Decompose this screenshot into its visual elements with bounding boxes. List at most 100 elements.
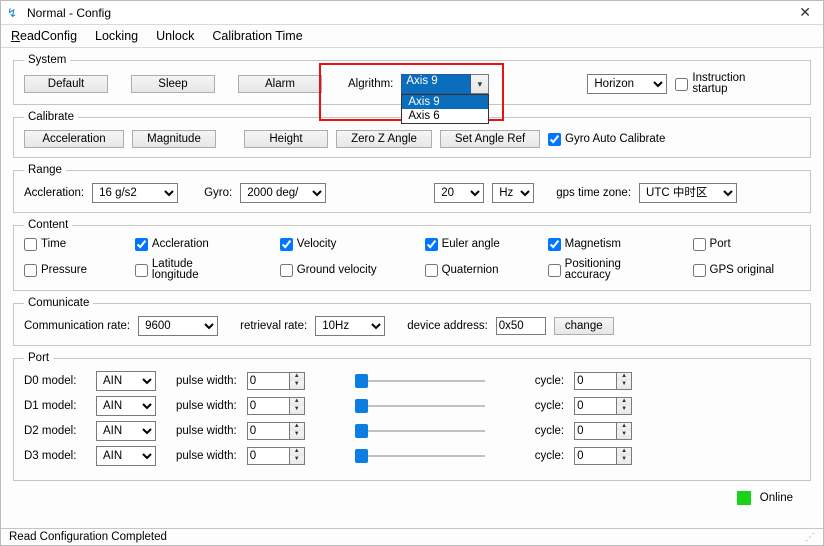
- spinner-up-icon[interactable]: ▲: [617, 398, 631, 406]
- port-fieldset: Port D0 model:AINpulse width:▲▼cycle:▲▼D…: [13, 352, 811, 481]
- d2-model-select[interactable]: AIN: [96, 421, 156, 441]
- titlebar: ↯ Normal - Config ✕: [1, 1, 823, 25]
- spinner-up-icon[interactable]: ▲: [290, 423, 304, 431]
- cycle-label: cycle:: [535, 450, 564, 462]
- gps-tz-select[interactable]: UTC 中时区: [639, 183, 737, 203]
- retrieval-rate-label: retrieval rate:: [240, 320, 307, 332]
- acceleration-button[interactable]: Acceleration: [24, 130, 124, 148]
- pulse-width-label: pulse width:: [176, 450, 237, 462]
- default-button[interactable]: Default: [24, 75, 108, 93]
- port-legend: Port: [24, 352, 53, 364]
- close-icon[interactable]: ✕: [793, 4, 817, 21]
- spinner-down-icon[interactable]: ▼: [290, 406, 304, 414]
- content-checkbox-ground-velocity[interactable]: Ground velocity: [280, 264, 403, 277]
- d2-pulse-width-spinner[interactable]: ▲▼: [247, 422, 305, 440]
- spinner-down-icon[interactable]: ▼: [290, 431, 304, 439]
- spinner-down-icon[interactable]: ▼: [617, 431, 631, 439]
- spinner-down-icon[interactable]: ▼: [617, 456, 631, 464]
- spinner-down-icon[interactable]: ▼: [290, 381, 304, 389]
- pulse-slider[interactable]: [355, 398, 485, 414]
- change-button[interactable]: change: [554, 317, 614, 335]
- menu-unlock[interactable]: Unlock: [156, 29, 194, 43]
- content-checkbox-euler-angle[interactable]: Euler angle: [425, 238, 526, 251]
- menu-readconfig[interactable]: ReadConfig: [11, 29, 77, 43]
- pulse-width-label: pulse width:: [176, 400, 237, 412]
- content-legend: Content: [24, 219, 72, 231]
- spinner-up-icon[interactable]: ▲: [617, 448, 631, 456]
- cycle-label: cycle:: [535, 375, 564, 387]
- content-checkbox-positioning-accuracy[interactable]: Positioning accuracy: [548, 259, 671, 281]
- height-button[interactable]: Height: [244, 130, 328, 148]
- d1-cycle-spinner[interactable]: ▲▼: [574, 397, 632, 415]
- accleration-label: Accleration:: [24, 187, 84, 199]
- spinner-up-icon[interactable]: ▲: [617, 423, 631, 431]
- range-legend: Range: [24, 164, 66, 176]
- gyro-select[interactable]: 2000 deg/: [240, 183, 326, 203]
- device-address-input[interactable]: [496, 317, 546, 335]
- algrithm-option-axis9[interactable]: Axis 9: [402, 95, 488, 109]
- d0-model-select[interactable]: AIN: [96, 371, 156, 391]
- accleration-select[interactable]: 16 g/s2: [92, 183, 178, 203]
- d3-pulse-width-spinner[interactable]: ▲▼: [247, 447, 305, 465]
- algrithm-popup: Axis 9 Axis 6: [401, 94, 489, 124]
- algrithm-label: Algrithm:: [348, 78, 393, 90]
- rate-value-select[interactable]: 20: [434, 183, 484, 203]
- zero-z-angle-button[interactable]: Zero Z Angle: [336, 130, 432, 148]
- pulse-slider[interactable]: [355, 448, 485, 464]
- d1-pulse-width-spinner[interactable]: ▲▼: [247, 397, 305, 415]
- window-title: Normal - Config: [27, 6, 793, 20]
- content-checkbox-accleration[interactable]: Accleration: [135, 238, 258, 251]
- set-angle-ref-button[interactable]: Set Angle Ref: [440, 130, 540, 148]
- port-row-d3: D3 model:AINpulse width:▲▼cycle:▲▼: [24, 446, 800, 466]
- algrithm-option-axis6[interactable]: Axis 6: [402, 109, 488, 123]
- content-checkbox-latitude-longitude[interactable]: Latitude longitude: [135, 259, 258, 281]
- sleep-button[interactable]: Sleep: [131, 75, 215, 93]
- cycle-label: cycle:: [535, 400, 564, 412]
- content-checkbox-time[interactable]: Time: [24, 238, 113, 251]
- d3-cycle-spinner[interactable]: ▲▼: [574, 447, 632, 465]
- comunicate-fieldset: Comunicate Communication rate: 9600 retr…: [13, 297, 811, 346]
- pulse-slider[interactable]: [355, 373, 485, 389]
- retrieval-rate-select[interactable]: 10Hz: [315, 316, 385, 336]
- d1-model-select[interactable]: AIN: [96, 396, 156, 416]
- content-fieldset: Content Time Accleration Velocity Euler ang…: [13, 219, 811, 291]
- content-checkbox-velocity[interactable]: Velocity: [280, 238, 403, 251]
- d0-pulse-width-spinner[interactable]: ▲▼: [247, 372, 305, 390]
- spinner-up-icon[interactable]: ▲: [290, 448, 304, 456]
- menu-locking[interactable]: Locking: [95, 29, 138, 43]
- d3-model-select[interactable]: AIN: [96, 446, 156, 466]
- d0-cycle-spinner[interactable]: ▲▼: [574, 372, 632, 390]
- system-legend: System: [24, 54, 70, 66]
- rate-unit-select[interactable]: Hz: [492, 183, 534, 203]
- online-status-row: Online: [13, 487, 811, 509]
- communication-rate-label: Communication rate:: [24, 320, 130, 332]
- spinner-down-icon[interactable]: ▼: [617, 381, 631, 389]
- content-checkbox-port[interactable]: Port: [693, 238, 800, 251]
- algrithm-select-group: Axis 9 ▾ Axis 9 Axis 6: [401, 74, 489, 94]
- chevron-down-icon[interactable]: ▾: [471, 74, 489, 94]
- resize-grip-icon[interactable]: ⋰: [805, 532, 815, 543]
- alarm-button[interactable]: Alarm: [238, 75, 322, 93]
- cycle-label: cycle:: [535, 425, 564, 437]
- spinner-down-icon[interactable]: ▼: [617, 406, 631, 414]
- instruction-startup-checkbox[interactable]: Instruction startup: [675, 73, 772, 95]
- port-row-d0: D0 model:AINpulse width:▲▼cycle:▲▼: [24, 371, 800, 391]
- content-checkbox-gps-original[interactable]: GPS original: [693, 264, 800, 277]
- menu-calibration-time[interactable]: Calibration Time: [212, 29, 302, 43]
- gyro-auto-calibrate-checkbox[interactable]: Gyro Auto Calibrate: [548, 133, 665, 146]
- spinner-up-icon[interactable]: ▲: [290, 373, 304, 381]
- communication-rate-select[interactable]: 9600: [138, 316, 218, 336]
- spinner-up-icon[interactable]: ▲: [617, 373, 631, 381]
- content-checkbox-pressure[interactable]: Pressure: [24, 264, 113, 277]
- content-checkbox-magnetism[interactable]: Magnetism: [548, 238, 671, 251]
- horizon-select[interactable]: Horizon: [587, 74, 667, 94]
- spinner-down-icon[interactable]: ▼: [290, 456, 304, 464]
- gyro-label: Gyro:: [204, 187, 232, 199]
- spinner-up-icon[interactable]: ▲: [290, 398, 304, 406]
- algrithm-select[interactable]: Axis 9: [401, 74, 471, 94]
- d2-cycle-spinner[interactable]: ▲▼: [574, 422, 632, 440]
- pulse-slider[interactable]: [355, 423, 485, 439]
- comunicate-legend: Comunicate: [24, 297, 93, 309]
- content-checkbox-quaternion[interactable]: Quaternion: [425, 264, 526, 277]
- magnitude-button[interactable]: Magnitude: [132, 130, 216, 148]
